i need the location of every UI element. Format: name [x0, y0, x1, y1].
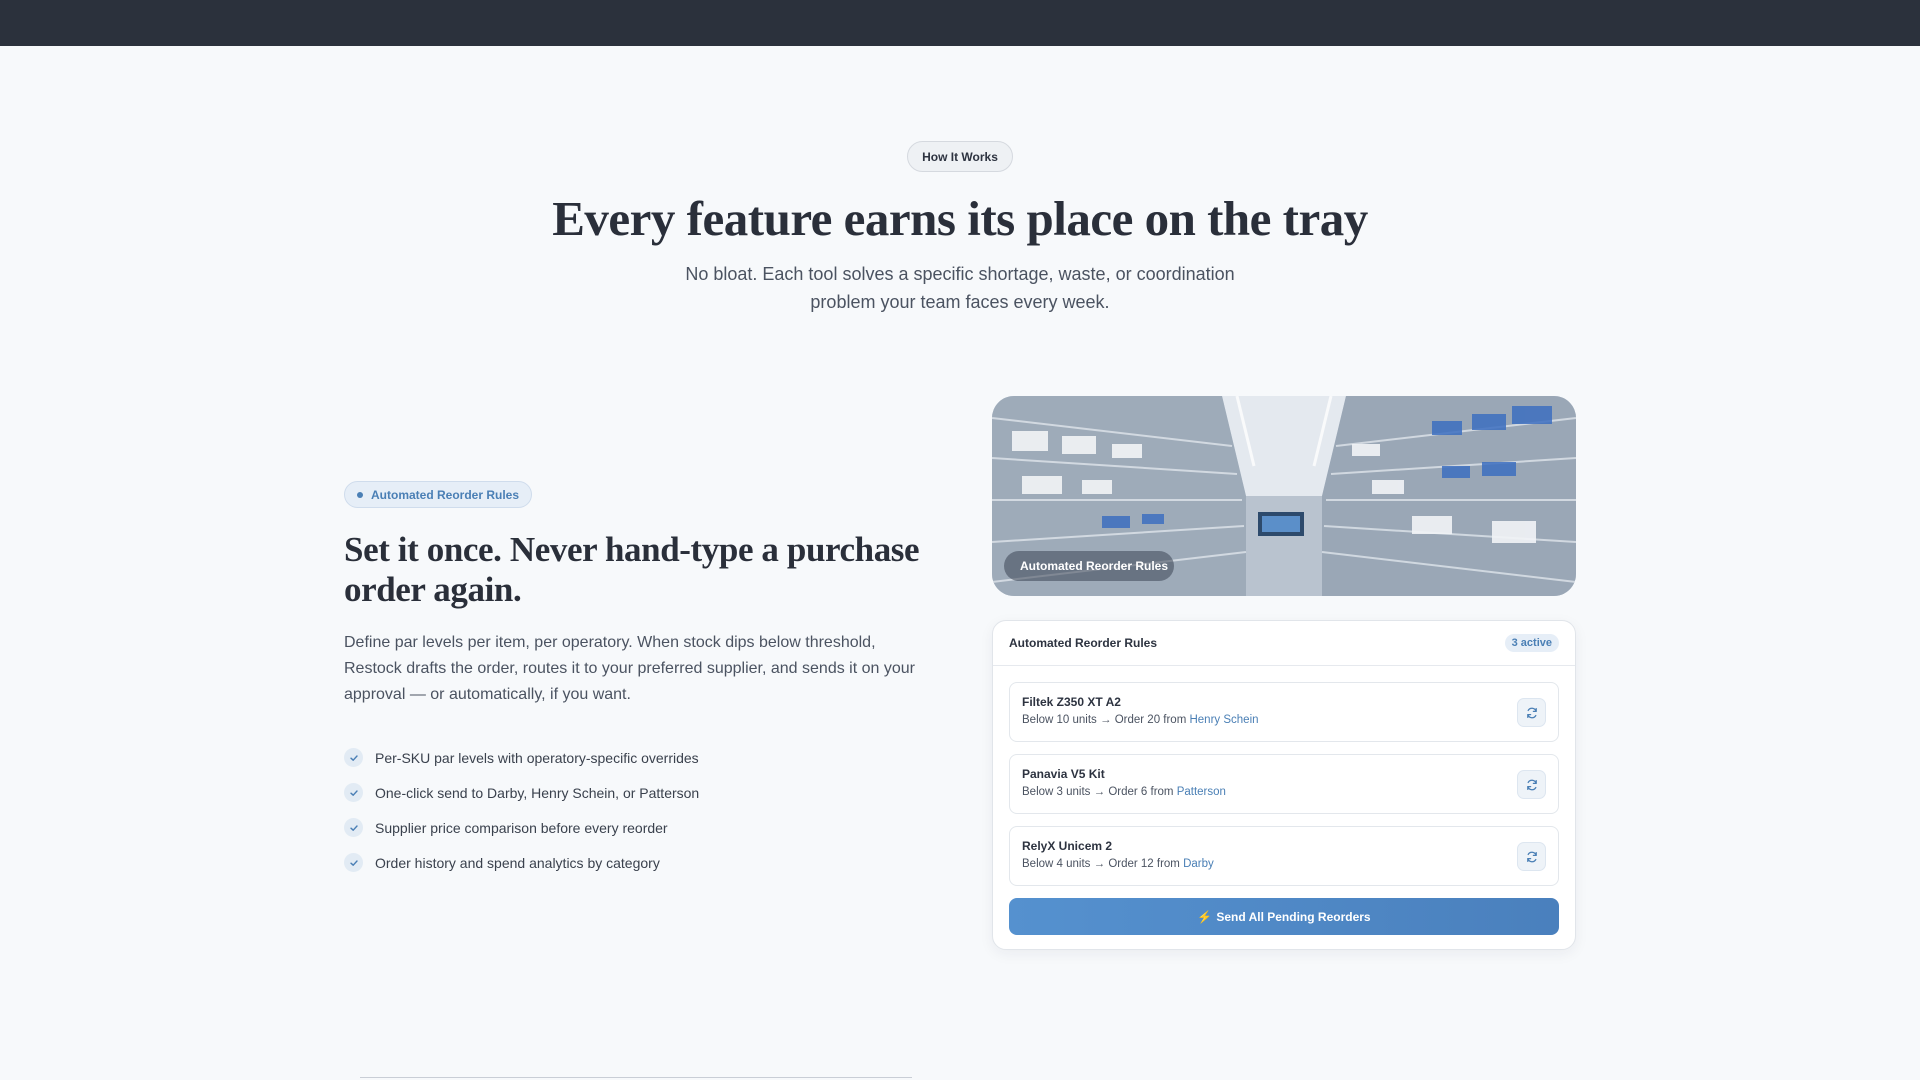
feature-checklist: Per-SKU par levels with operatory-specif…: [344, 740, 944, 880]
dot-icon: [357, 491, 363, 498]
rule-condition: Below 10 units: [1022, 714, 1097, 726]
checklist-item: Order history and spend analytics by cat…: [344, 845, 944, 880]
send-all-label: Send All Pending Reorders: [1216, 909, 1371, 924]
next-section-divider: [360, 1077, 912, 1078]
rule-condition: Below 4 units: [1022, 858, 1091, 870]
feature-title: Set it once. Never hand-type a purchase …: [344, 530, 920, 609]
checklist-item: One-click send to Darby, Henry Schein, o…: [344, 775, 944, 810]
top-navigation-bar: [0, 0, 1920, 46]
refresh-icon[interactable]: [1517, 770, 1546, 799]
arrow-icon: →: [1100, 714, 1112, 726]
rule-detail: Below 3 units → Order 6 from Patterson: [1022, 786, 1546, 798]
send-all-reorders-button[interactable]: ⚡ Send All Pending Reorders: [1009, 898, 1559, 935]
rule-condition: Below 3 units: [1022, 786, 1091, 798]
rule-supplier-link[interactable]: Patterson: [1177, 786, 1226, 798]
rule-product-name: Filtek Z350 XT A2: [1022, 695, 1121, 709]
lightning-icon: ⚡: [1197, 909, 1213, 924]
rule-action: Order 20 from: [1114, 714, 1187, 726]
checklist-item-label: Supplier price comparison before every r…: [375, 819, 668, 836]
active-count-badge: 3 active: [1504, 634, 1559, 652]
feature-pill: Automated Reorder Rules: [344, 481, 532, 508]
checklist-item: Supplier price comparison before every r…: [344, 810, 944, 845]
check-icon: [344, 853, 363, 872]
image-caption-tag: Automated Reorder Rules: [1004, 551, 1174, 581]
feature-pill-label: Automated Reorder Rules: [371, 487, 520, 502]
checklist-item-label: Order history and spend analytics by cat…: [375, 854, 660, 871]
reorder-rule-card[interactable]: Panavia V5 Kit Below 3 units → Order 6 f…: [1009, 754, 1559, 814]
rule-supplier-link[interactable]: Darby: [1183, 858, 1214, 870]
checklist-item: Per-SKU par levels with operatory-specif…: [344, 740, 944, 775]
rule-detail: Below 4 units → Order 12 from Darby: [1022, 858, 1546, 870]
refresh-icon[interactable]: [1517, 842, 1546, 871]
arrow-icon: →: [1093, 786, 1106, 798]
rule-action: Order 6 from: [1108, 786, 1174, 798]
section-eyebrow: How It Works: [907, 141, 1013, 172]
rules-panel-title: Automated Reorder Rules: [1009, 636, 1158, 650]
refresh-icon[interactable]: [1517, 698, 1546, 727]
rule-detail: Below 10 units → Order 20 from Henry Sch…: [1022, 714, 1546, 726]
check-icon: [344, 748, 363, 767]
reorder-rule-card[interactable]: Filtek Z350 XT A2 Below 10 units → Order…: [1009, 682, 1559, 742]
warehouse-shelves-image: Automated Reorder Rules: [992, 396, 1576, 596]
rule-product-name: Panavia V5 Kit: [1022, 767, 1105, 781]
rule-product-name: RelyX Unicem 2: [1022, 839, 1113, 853]
section-title: Every feature earns its place on the tra…: [552, 191, 1368, 246]
checklist-item-label: One-click send to Darby, Henry Schein, o…: [375, 784, 700, 801]
rule-supplier-link[interactable]: Henry Schein: [1189, 714, 1258, 726]
section-subtitle: No bloat. Each tool solves a specific sh…: [685, 264, 1235, 312]
reorder-rules-panel: Automated Reorder Rules 3 active Filtek …: [992, 620, 1576, 950]
check-icon: [344, 783, 363, 802]
reorder-rule-card[interactable]: RelyX Unicem 2 Below 4 units → Order 12 …: [1009, 826, 1559, 886]
checklist-item-label: Per-SKU par levels with operatory-specif…: [375, 749, 699, 766]
check-icon: [344, 818, 363, 837]
feature-description: Define par levels per item, per operator…: [344, 634, 915, 703]
arrow-icon: →: [1093, 858, 1106, 870]
rule-action: Order 12 from: [1108, 858, 1180, 870]
rules-panel-header: Automated Reorder Rules 3 active: [993, 621, 1575, 666]
